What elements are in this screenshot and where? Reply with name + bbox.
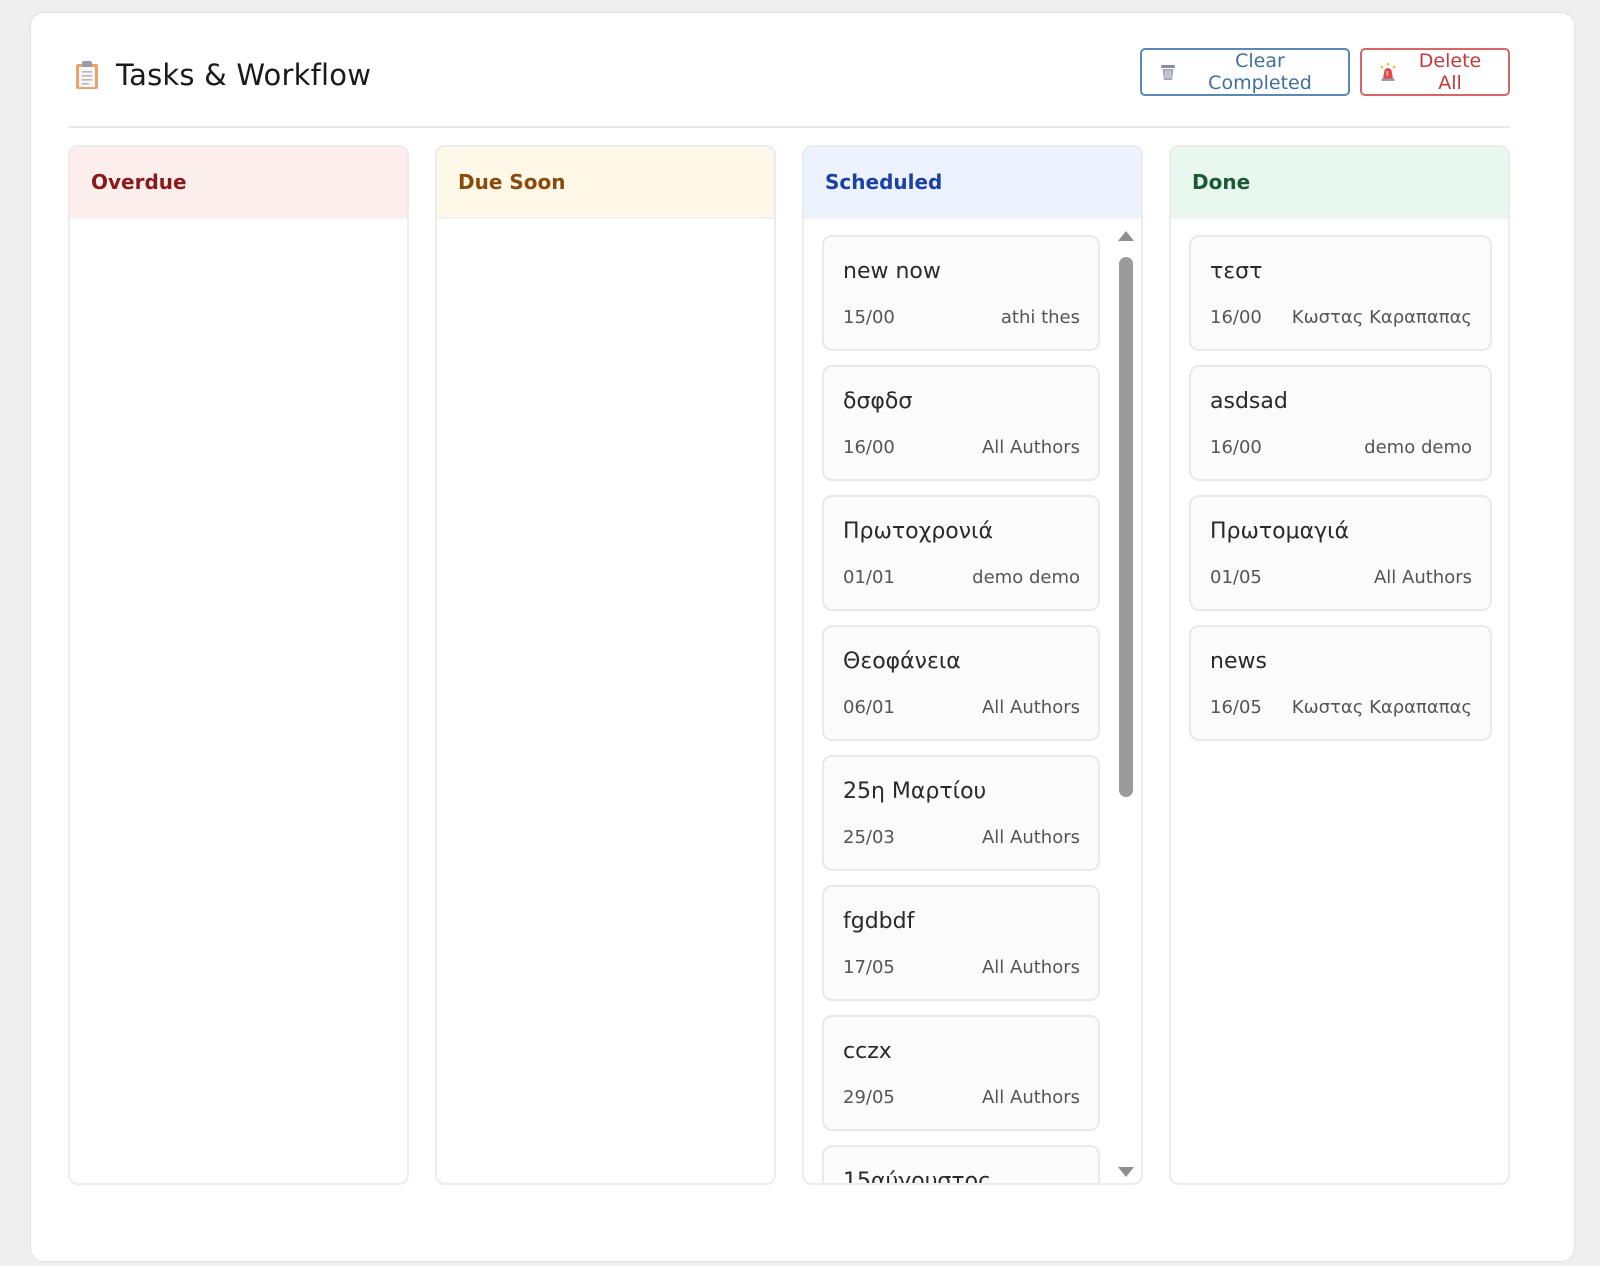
task-author: demo demo [972, 567, 1080, 588]
task-author: Κωστας Καραπαπας [1291, 697, 1472, 718]
task-card[interactable]: 25η Μαρτίου 25/03 All Authors [822, 755, 1100, 871]
column-header-done: Done [1171, 147, 1508, 219]
title-group: Tasks & Workflow [74, 58, 371, 92]
column-header-due-soon: Due Soon [437, 147, 774, 219]
task-author: All Authors [981, 957, 1080, 978]
task-card[interactable]: 15αύγουστος [822, 1145, 1100, 1185]
task-title: fgdbdf [843, 909, 915, 934]
delete-all-button[interactable]: Delete All [1360, 48, 1510, 96]
kanban-board: Overdue Due Soon Scheduled new now 15/00 a… [68, 145, 1510, 1185]
task-author: athi thes [1000, 307, 1080, 328]
task-author: All Authors [1373, 567, 1472, 588]
task-date: 01/01 [843, 567, 895, 588]
task-author: All Authors [981, 437, 1080, 458]
task-author: All Authors [981, 697, 1080, 718]
task-title: 25η Μαρτίου [843, 779, 987, 804]
task-card[interactable]: Πρωτομαγιά 01/05 All Authors [1189, 495, 1492, 611]
column-overdue: Overdue [68, 145, 409, 1185]
scrollbar[interactable] [1114, 225, 1136, 1183]
task-card[interactable]: cczx 29/05 All Authors [822, 1015, 1100, 1131]
task-card[interactable]: fgdbdf 17/05 All Authors [822, 885, 1100, 1001]
alarm-light-icon [1378, 62, 1398, 82]
done-card-list: τεστ 16/00 Κωστας Καραπαπας asdsad 16/00 demo… [1189, 235, 1492, 755]
task-card[interactable]: δσφδσ 16/00 All Authors [822, 365, 1100, 481]
task-title: Πρωτομαγιά [1210, 519, 1350, 544]
column-scheduled: Scheduled new now 15/00 athi thes δσφδσ 16/0… [802, 145, 1143, 1185]
scroll-up-arrow-icon[interactable] [1118, 231, 1134, 241]
task-author: Κωστας Καραπαπας [1291, 307, 1472, 328]
scrollbar-thumb[interactable] [1119, 257, 1133, 797]
task-date: 25/03 [843, 827, 895, 848]
task-title: asdsad [1210, 389, 1288, 414]
delete-all-label: Delete All [1418, 50, 1482, 94]
tasks-panel: Tasks & Workflow Clear Completed Delete … [30, 12, 1575, 1262]
column-done: Done τεστ 16/00 Κωστας Καραπαπας asdsad 16/0… [1169, 145, 1510, 1185]
task-date: 16/00 [1210, 437, 1262, 458]
task-card[interactable]: Θεοφάνεια 06/01 All Authors [822, 625, 1100, 741]
task-date: 17/05 [843, 957, 895, 978]
task-author: demo demo [1364, 437, 1472, 458]
task-title: cczx [843, 1039, 892, 1064]
task-card[interactable]: news 16/05 Κωστας Καραπαπας [1189, 625, 1492, 741]
clear-completed-label: Clear Completed [1208, 50, 1312, 94]
task-date: 29/05 [843, 1087, 895, 1108]
task-title: δσφδσ [843, 389, 913, 414]
task-title: Πρωτοχρονιά [843, 519, 994, 544]
task-card[interactable]: new now 15/00 athi thes [822, 235, 1100, 351]
scroll-down-arrow-icon[interactable] [1118, 1167, 1134, 1177]
header-actions: Clear Completed Delete All [1140, 48, 1510, 96]
column-header-overdue: Overdue [70, 147, 407, 219]
task-date: 15/00 [843, 307, 895, 328]
trash-icon [1158, 62, 1178, 82]
task-card[interactable]: asdsad 16/00 demo demo [1189, 365, 1492, 481]
page-title: Tasks & Workflow [116, 58, 372, 92]
task-date: 16/00 [843, 437, 895, 458]
panel-header: Tasks & Workflow Clear Completed Delete … [68, 48, 1510, 128]
scheduled-card-list: new now 15/00 athi thes δσφδσ 16/00 All Autho… [822, 235, 1100, 1185]
task-author: All Authors [981, 1087, 1080, 1108]
task-title: news [1210, 649, 1267, 674]
task-title: Θεοφάνεια [843, 649, 961, 674]
clipboard-icon [74, 60, 100, 90]
task-date: 16/00 [1210, 307, 1262, 328]
task-date: 06/01 [843, 697, 895, 718]
task-card[interactable]: Πρωτοχρονιά 01/01 demo demo [822, 495, 1100, 611]
task-card[interactable]: τεστ 16/00 Κωστας Καραπαπας [1189, 235, 1492, 351]
task-title: τεστ [1210, 259, 1263, 284]
clear-completed-button[interactable]: Clear Completed [1140, 48, 1350, 96]
task-date: 16/05 [1210, 697, 1262, 718]
task-author: All Authors [981, 827, 1080, 848]
column-header-scheduled: Scheduled [804, 147, 1141, 219]
column-due-soon: Due Soon [435, 145, 776, 1185]
task-title: new now [843, 259, 941, 284]
task-title: 15αύγουστος [843, 1169, 991, 1185]
task-date: 01/05 [1210, 567, 1262, 588]
